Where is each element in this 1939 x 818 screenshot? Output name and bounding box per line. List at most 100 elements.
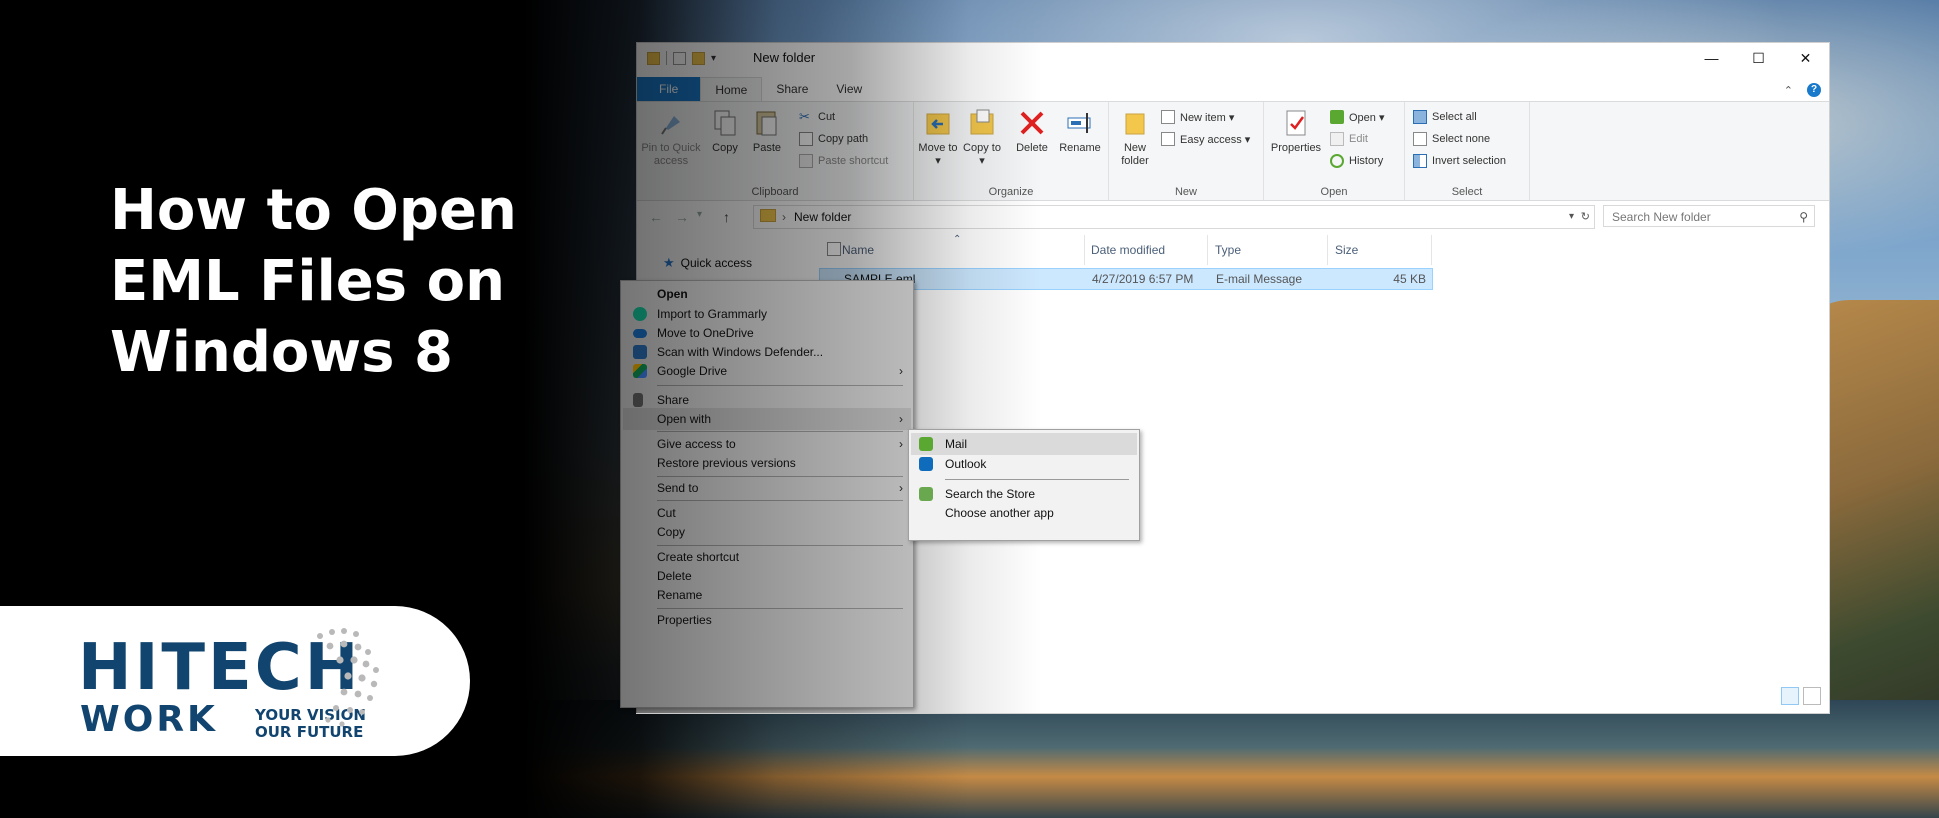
paste-button[interactable]: Paste	[747, 108, 787, 155]
new-folder-small-icon[interactable]	[692, 51, 705, 65]
paste-shortcut-button[interactable]: Paste shortcut	[799, 154, 888, 168]
window-controls: — ☐ ✕	[1688, 43, 1829, 73]
column-header-checkbox[interactable]	[827, 239, 841, 261]
new-folder-icon	[1120, 108, 1150, 138]
menu-item-send-to[interactable]: Send to	[657, 478, 698, 498]
menu-item-properties[interactable]: Properties	[657, 610, 712, 630]
submenu-item-outlook[interactable]: Outlook	[945, 454, 986, 474]
outlook-app-icon	[919, 457, 933, 471]
menu-item-create-shortcut[interactable]: Create shortcut	[657, 547, 739, 567]
column-header-size[interactable]: Size	[1335, 239, 1358, 261]
history-button[interactable]: History	[1330, 154, 1383, 168]
group-label-open: Open	[1320, 186, 1348, 198]
paste-shortcut-icon	[799, 154, 813, 168]
new-folder-button[interactable]: New folder	[1111, 108, 1159, 168]
menu-item-move-onedrive[interactable]: Move to OneDrive	[657, 323, 754, 343]
column-header-name[interactable]: Name	[842, 239, 874, 261]
headline-line-2: EML Files on	[110, 249, 505, 314]
ribbon: Pin to Quick access Copy Paste ✂ Cut Cop…	[637, 101, 1829, 201]
column-header-type[interactable]: Type	[1215, 239, 1241, 261]
cut-button[interactable]: ✂ Cut	[799, 110, 835, 124]
move-to-button[interactable]: Move to ▾	[916, 108, 960, 168]
submenu-item-mail[interactable]: Mail	[945, 434, 967, 454]
group-label-select: Select	[1451, 186, 1483, 198]
tab-home[interactable]: Home	[700, 77, 763, 102]
menu-item-rename[interactable]: Rename	[657, 585, 702, 605]
menu-item-cut[interactable]: Cut	[657, 503, 676, 523]
forward-arrow-icon[interactable]: →	[675, 209, 689, 225]
pin-icon	[656, 108, 686, 138]
logo-work-text: WORK	[80, 699, 218, 740]
breadcrumb-path[interactable]: New folder	[794, 210, 851, 224]
details-view-icon[interactable]	[1781, 687, 1799, 705]
properties-button[interactable]: Properties	[1268, 108, 1324, 155]
menu-item-restore-versions[interactable]: Restore previous versions	[657, 453, 796, 473]
refresh-icon[interactable]: ↻	[1581, 206, 1590, 228]
close-button[interactable]: ✕	[1782, 43, 1829, 73]
column-header-date[interactable]: Date modified	[1091, 239, 1165, 261]
group-label-clipboard: Clipboard	[751, 186, 799, 198]
minimize-button[interactable]: —	[1688, 43, 1735, 73]
submenu-item-search-store[interactable]: Search the Store	[945, 484, 1035, 504]
file-type: E-mail Message	[1216, 272, 1303, 286]
menu-item-import-grammarly[interactable]: Import to Grammarly	[657, 304, 767, 324]
copy-path-button[interactable]: Copy path	[799, 132, 868, 146]
menu-item-open-with[interactable]: Open with	[657, 409, 711, 429]
copy-path-icon	[799, 132, 813, 146]
quick-access-toolbar: ▾	[647, 51, 716, 65]
address-bar[interactable]: › New folder ▾ ↻	[753, 205, 1595, 229]
submenu-arrow-icon: ›	[899, 364, 903, 378]
menu-item-open[interactable]: Open	[657, 284, 688, 304]
qat-dropdown-icon[interactable]: ▾	[711, 53, 716, 64]
tab-share[interactable]: Share	[762, 77, 822, 101]
recent-dropdown-icon[interactable]: ▾	[697, 209, 702, 220]
copy-to-button[interactable]: Copy to ▾	[960, 108, 1004, 168]
rename-icon	[1065, 108, 1095, 138]
easy-access-button[interactable]: Easy access ▾	[1161, 132, 1250, 146]
address-dropdown-icon[interactable]: ▾	[1569, 206, 1574, 228]
menu-item-delete[interactable]: Delete	[657, 566, 692, 586]
ribbon-group-new: New folder New item ▾ Easy access ▾ New	[1109, 102, 1264, 200]
headline-line-1: How to Open	[110, 178, 517, 243]
menu-item-share[interactable]: Share	[657, 390, 689, 410]
menu-item-scan-defender[interactable]: Scan with Windows Defender...	[657, 342, 823, 362]
maximize-button[interactable]: ☐	[1735, 43, 1782, 73]
select-all-button[interactable]: Select all	[1413, 110, 1477, 124]
menu-item-copy[interactable]: Copy	[657, 522, 685, 542]
open-button[interactable]: Open ▾	[1330, 110, 1385, 124]
submenu-arrow-icon: ›	[899, 481, 903, 495]
menu-item-google-drive[interactable]: Google Drive	[657, 361, 727, 381]
share-icon	[633, 393, 643, 407]
tab-view[interactable]: View	[822, 77, 876, 101]
invert-selection-button[interactable]: Invert selection	[1413, 154, 1506, 168]
rename-button[interactable]: Rename	[1056, 108, 1104, 155]
search-input[interactable]: Search New folder ⚲	[1603, 205, 1815, 227]
search-icon: ⚲	[1799, 210, 1808, 224]
help-icon[interactable]: ?	[1807, 83, 1821, 97]
google-drive-icon	[633, 364, 647, 378]
grammarly-icon	[633, 307, 647, 321]
select-none-button[interactable]: Select none	[1413, 132, 1490, 146]
ribbon-group-select: Select all Select none Invert selection …	[1405, 102, 1530, 200]
onedrive-cloud-icon	[633, 329, 647, 338]
collapse-ribbon-icon[interactable]: ⌃	[1784, 84, 1793, 97]
group-label-organize: Organize	[988, 186, 1034, 198]
ribbon-group-open: Properties Open ▾ Edit History Open	[1264, 102, 1405, 200]
edit-button[interactable]: Edit	[1330, 132, 1368, 146]
large-icons-view-icon[interactable]	[1803, 687, 1821, 705]
pin-quick-access-button[interactable]: Pin to Quick access	[641, 108, 701, 168]
menu-item-give-access[interactable]: Give access to	[657, 434, 736, 454]
submenu-item-choose-app[interactable]: Choose another app	[945, 503, 1054, 523]
delete-x-icon	[1017, 108, 1047, 138]
copy-button[interactable]: Copy	[705, 108, 745, 155]
edit-icon	[1330, 132, 1344, 146]
sidebar-item-quick-access[interactable]: ★ Quick access	[663, 255, 752, 271]
delete-button[interactable]: Delete	[1010, 108, 1054, 155]
properties-check-icon[interactable]	[673, 51, 686, 65]
up-arrow-icon[interactable]: ↑	[723, 209, 730, 225]
new-item-icon	[1161, 110, 1175, 124]
tab-file[interactable]: File	[637, 77, 701, 101]
new-item-button[interactable]: New item ▾	[1161, 110, 1234, 124]
back-arrow-icon[interactable]: ←	[649, 209, 663, 225]
ribbon-tabs: File Home Share View	[637, 77, 876, 102]
